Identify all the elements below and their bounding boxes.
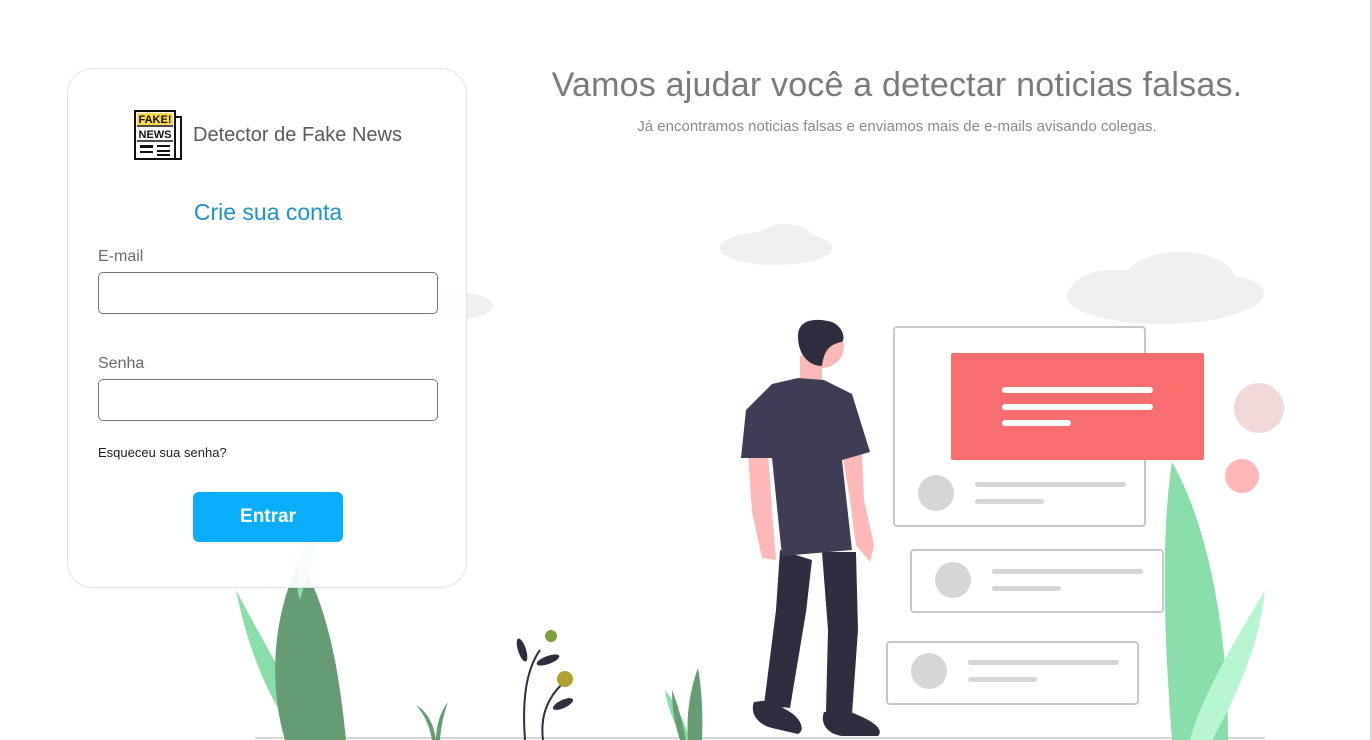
- brand-name: Detector de Fake News: [193, 123, 402, 146]
- hero-subtitle: Já encontramos noticias falsas e enviamo…: [637, 118, 1157, 135]
- flower-stem: [516, 630, 574, 740]
- hero-title: Vamos ajudar você a detectar noticias fa…: [551, 66, 1243, 104]
- cloud-large: [1066, 252, 1264, 324]
- plant-right: [1164, 462, 1265, 740]
- logo-text-fake: FAKE!: [139, 114, 172, 126]
- password-label: Senha: [98, 355, 145, 372]
- form-title: Crie sua conta: [193, 199, 343, 225]
- fake-news-newspaper-icon: FAKE! NEWS: [134, 110, 182, 160]
- cloud-small: [720, 224, 832, 265]
- logo-text-news: NEWS: [139, 129, 172, 141]
- email-label: E-mail: [98, 248, 144, 265]
- signup-card: FAKE! NEWS Detector de Fake News Crie su…: [67, 68, 467, 588]
- news-card-2: [910, 549, 1164, 613]
- dot-pink-light: [1234, 383, 1284, 433]
- brand: FAKE! NEWS Detector de Fake News: [133, 109, 402, 161]
- password-field[interactable]: [98, 379, 438, 421]
- person-figure: [741, 319, 880, 736]
- login-button[interactable]: Entrar: [193, 492, 343, 542]
- news-card-alert: [951, 353, 1204, 460]
- grass-small: [416, 702, 448, 740]
- dot-pink: [1225, 459, 1259, 493]
- forgot-password-link[interactable]: Esqueceu sua senha?: [98, 445, 227, 460]
- news-card-3: [886, 641, 1139, 705]
- plant-center: [665, 668, 703, 740]
- email-field[interactable]: [98, 272, 438, 314]
